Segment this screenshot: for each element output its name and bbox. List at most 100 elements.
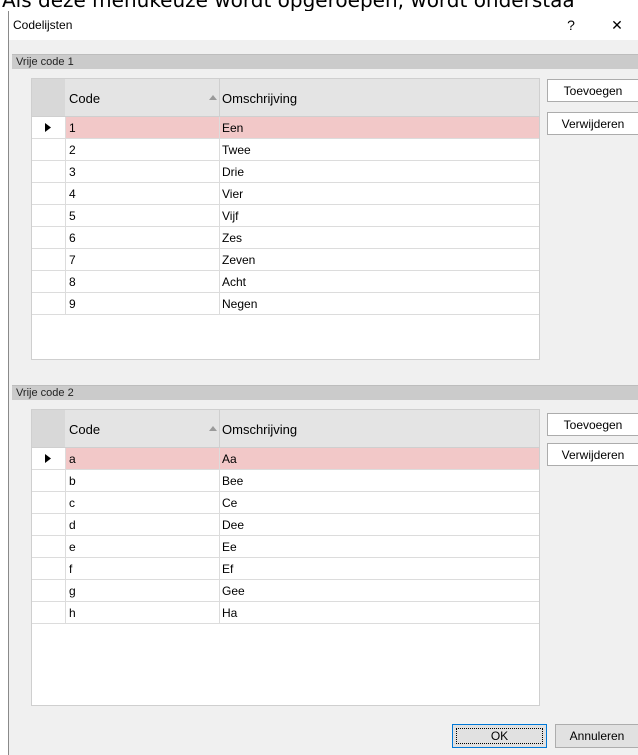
ok-button[interactable]: OK (452, 724, 547, 748)
table-row[interactable]: c Ce (32, 492, 539, 514)
cell-separator (219, 602, 220, 623)
cell-omschrijving[interactable]: Zes (222, 231, 242, 245)
row-selector[interactable] (32, 227, 65, 248)
cell-omschrijving[interactable]: Een (222, 121, 243, 135)
grid-vrije-code-1[interactable]: Code Omschrijving 1 Een 2 Twee 3 Drie 4 Vier 5 Vi… (31, 78, 540, 360)
row-selector[interactable] (32, 161, 65, 182)
help-button[interactable]: ? (553, 14, 589, 36)
row-highlight (66, 448, 539, 469)
table-row[interactable]: d Dee (32, 514, 539, 536)
grid-header: Code Omschrijving (32, 410, 539, 448)
table-row[interactable]: g Gee (32, 580, 539, 602)
row-selector[interactable] (32, 117, 65, 138)
cell-code[interactable]: 6 (69, 231, 76, 245)
cell-code[interactable]: 5 (69, 209, 76, 223)
row-selector[interactable] (32, 249, 65, 270)
cell-code[interactable]: 3 (69, 165, 76, 179)
row-selector[interactable] (32, 271, 65, 292)
column-header-code[interactable]: Code (69, 91, 100, 106)
table-row[interactable]: 4 Vier (32, 183, 539, 205)
table-row[interactable]: h Ha (32, 602, 539, 624)
cell-separator (219, 558, 220, 579)
cell-code[interactable]: g (69, 584, 76, 598)
row-selector[interactable] (32, 514, 65, 535)
current-row-arrow-icon (45, 123, 51, 132)
table-row[interactable]: 9 Negen (32, 293, 539, 315)
row-selector[interactable] (32, 558, 65, 579)
codelijsten-dialog: Codelijsten ? ✕ Vrije code 1 Code Omschr… (8, 11, 638, 755)
cell-code[interactable]: h (69, 606, 76, 620)
table-row[interactable]: 1 Een (32, 117, 539, 139)
cell-separator (219, 271, 220, 292)
row-selector[interactable] (32, 139, 65, 160)
column-header-code[interactable]: Code (69, 422, 100, 437)
cell-code[interactable]: 9 (69, 297, 76, 311)
table-row[interactable]: 3 Drie (32, 161, 539, 183)
cell-separator (219, 227, 220, 248)
row-selector[interactable] (32, 183, 65, 204)
row-selector[interactable] (32, 492, 65, 513)
column-header-omschrijving[interactable]: Omschrijving (222, 91, 297, 106)
table-row[interactable]: 5 Vijf (32, 205, 539, 227)
table-row[interactable]: a Aa (32, 448, 539, 470)
column-header-omschrijving[interactable]: Omschrijving (222, 422, 297, 437)
cell-code[interactable]: b (69, 474, 76, 488)
row-selector[interactable] (32, 536, 65, 557)
remove-button-vrije-code-2[interactable]: Verwijderen (547, 443, 638, 466)
cell-omschrijving[interactable]: Ce (222, 496, 237, 510)
table-row[interactable]: f Ef (32, 558, 539, 580)
table-row[interactable]: 8 Acht (32, 271, 539, 293)
cell-separator (65, 161, 66, 182)
cell-omschrijving[interactable]: Ee (222, 540, 237, 554)
cell-omschrijving[interactable]: Dee (222, 518, 244, 532)
cell-omschrijving[interactable]: Drie (222, 165, 244, 179)
cancel-button[interactable]: Annuleren (555, 724, 638, 748)
cell-code[interactable]: 7 (69, 253, 76, 267)
cell-omschrijving[interactable]: Aa (222, 452, 237, 466)
row-selector[interactable] (32, 470, 65, 491)
row-selector[interactable] (32, 602, 65, 623)
close-button[interactable]: ✕ (599, 14, 635, 36)
add-button-vrije-code-2[interactable]: Toevoegen (547, 413, 638, 436)
remove-button-vrije-code-1[interactable]: Verwijderen (547, 112, 638, 135)
row-selector[interactable] (32, 580, 65, 601)
cell-code[interactable]: c (69, 496, 75, 510)
cell-code[interactable]: a (69, 452, 76, 466)
cell-omschrijving[interactable]: Gee (222, 584, 245, 598)
table-row[interactable]: 7 Zeven (32, 249, 539, 271)
table-row[interactable]: e Ee (32, 536, 539, 558)
cell-code[interactable]: f (69, 562, 72, 576)
cell-omschrijving[interactable]: Vijf (222, 209, 238, 223)
cell-omschrijving[interactable]: Zeven (222, 253, 255, 267)
cell-omschrijving[interactable]: Bee (222, 474, 243, 488)
cell-code[interactable]: e (69, 540, 76, 554)
cell-code[interactable]: 2 (69, 143, 76, 157)
group-header-vrije-code-2: Vrije code 2 (12, 385, 638, 400)
cell-omschrijving[interactable]: Negen (222, 297, 257, 311)
cell-omschrijving[interactable]: Ha (222, 606, 237, 620)
table-row[interactable]: 6 Zes (32, 227, 539, 249)
cell-omschrijving[interactable]: Twee (222, 143, 251, 157)
cell-separator (65, 514, 66, 535)
cell-separator (219, 293, 220, 314)
table-row[interactable]: 2 Twee (32, 139, 539, 161)
cell-separator (65, 580, 66, 601)
cell-separator (219, 205, 220, 226)
cell-separator (65, 227, 66, 248)
cell-omschrijving[interactable]: Ef (222, 562, 233, 576)
cell-code[interactable]: 8 (69, 275, 76, 289)
cell-omschrijving[interactable]: Vier (222, 187, 243, 201)
table-row[interactable]: b Bee (32, 470, 539, 492)
add-button-vrije-code-1[interactable]: Toevoegen (547, 79, 638, 102)
cell-separator (65, 558, 66, 579)
cell-code[interactable]: d (69, 518, 76, 532)
grid-vrije-code-2[interactable]: Code Omschrijving a Aa b Bee c Ce d Dee e Ee f Ef g G… (31, 409, 540, 706)
grid-header: Code Omschrijving (32, 79, 539, 117)
cell-code[interactable]: 1 (69, 121, 76, 135)
row-selector[interactable] (32, 293, 65, 314)
row-selector[interactable] (32, 205, 65, 226)
row-selector[interactable] (32, 448, 65, 469)
focus-rectangle (456, 728, 543, 744)
cell-code[interactable]: 4 (69, 187, 76, 201)
cell-omschrijving[interactable]: Acht (222, 275, 246, 289)
